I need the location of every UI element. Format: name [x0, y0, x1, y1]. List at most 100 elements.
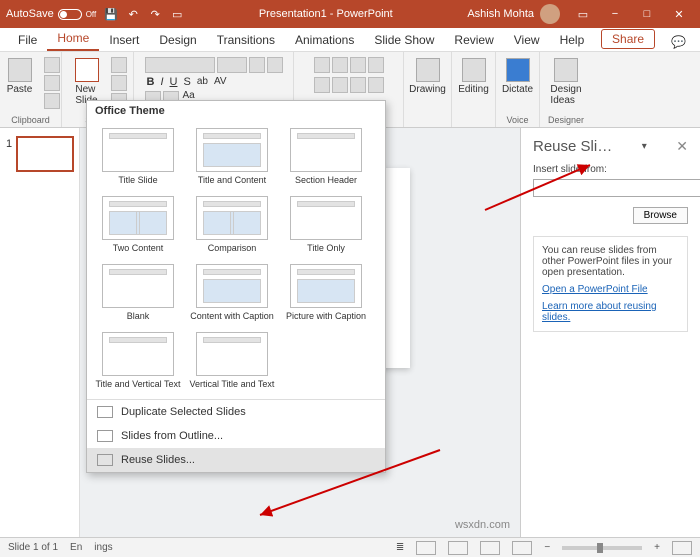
align-center-icon[interactable] — [332, 77, 348, 93]
share-button[interactable]: Share — [601, 29, 655, 49]
font-name[interactable] — [145, 57, 215, 73]
editing-icon — [462, 58, 486, 82]
zoom-in-icon[interactable]: + — [654, 542, 660, 553]
indent-inc-icon[interactable] — [368, 57, 384, 73]
paste-icon — [8, 58, 32, 82]
account-button[interactable]: Ashish Mohta — [467, 4, 560, 24]
layout-icon[interactable] — [111, 57, 127, 73]
slide-layout-gallery: Office Theme Title SlideTitle and Conten… — [86, 100, 386, 473]
drawing-icon — [416, 58, 440, 82]
reading-view-icon[interactable] — [480, 541, 500, 555]
indent-dec-icon[interactable] — [350, 57, 366, 73]
drawing-button[interactable]: Drawing — [409, 56, 447, 97]
new-slide-icon — [75, 58, 99, 82]
accessibility-text[interactable]: ings — [94, 542, 112, 553]
format-painter-icon[interactable] — [44, 93, 60, 109]
browse-button[interactable]: Browse — [633, 207, 688, 224]
mic-icon — [506, 58, 530, 82]
notes-button[interactable]: ≣ — [396, 542, 404, 553]
annotation-arrow-1 — [480, 155, 610, 218]
justify-icon[interactable] — [368, 77, 384, 93]
numbering-icon[interactable] — [332, 57, 348, 73]
tab-help[interactable]: Help — [550, 29, 595, 51]
reuse-icon — [97, 454, 113, 466]
close-icon[interactable]: ✕ — [664, 4, 694, 24]
layout-content-with-caption[interactable]: Content with Caption — [187, 261, 277, 327]
fit-window-icon[interactable] — [672, 541, 692, 555]
save-icon[interactable]: 💾 — [104, 7, 118, 21]
outline-icon — [97, 430, 113, 442]
layout-title-slide[interactable]: Title Slide — [93, 125, 183, 191]
bullets-icon[interactable] — [314, 57, 330, 73]
duplicate-slides-item[interactable]: Duplicate Selected Slides — [87, 400, 385, 424]
font-size[interactable] — [217, 57, 247, 73]
slide-thumbnail-pane[interactable]: 1 — [0, 128, 80, 537]
shrink-font-icon[interactable] — [267, 57, 283, 73]
gallery-header: Office Theme — [87, 101, 385, 121]
tab-home[interactable]: Home — [47, 27, 99, 51]
annotation-arrow-2 — [250, 445, 450, 528]
comments-button[interactable]: 💬 — [665, 33, 692, 51]
copy-icon[interactable] — [44, 75, 60, 91]
watermark: wsxdn.com — [455, 519, 510, 531]
layout-two-content[interactable]: Two Content — [93, 193, 183, 259]
chevron-down-icon[interactable]: ▾ — [642, 141, 647, 152]
toggle-icon[interactable] — [58, 9, 82, 20]
reset-icon[interactable] — [111, 75, 127, 91]
slide-counter: Slide 1 of 1 — [8, 542, 58, 553]
tab-file[interactable]: File — [8, 29, 47, 51]
normal-view-icon[interactable] — [416, 541, 436, 555]
slideshow-view-icon[interactable] — [512, 541, 532, 555]
paste-button[interactable]: Paste — [1, 56, 39, 115]
tab-design[interactable]: Design — [149, 29, 206, 51]
tab-view[interactable]: View — [504, 29, 550, 51]
help-panel: You can reuse slides from other PowerPoi… — [533, 236, 688, 332]
cut-icon[interactable] — [44, 57, 60, 73]
tab-slideshow[interactable]: Slide Show — [364, 29, 444, 51]
thumb-1[interactable]: 1 — [16, 136, 74, 172]
font-row-2: BIUSabAV — [144, 76, 284, 88]
document-title: Presentation1 - PowerPoint — [184, 8, 467, 20]
layout-section-header[interactable]: Section Header — [281, 125, 371, 191]
layout-title-and-vertical-text[interactable]: Title and Vertical Text — [93, 329, 183, 395]
design-ideas-icon — [554, 58, 578, 82]
align-left-icon[interactable] — [314, 77, 330, 93]
ribbon-tabs: File Home Insert Design Transitions Anim… — [0, 28, 700, 52]
open-ppt-link[interactable]: Open a PowerPoint File — [542, 284, 679, 295]
tab-review[interactable]: Review — [444, 29, 503, 51]
layout-title-and-content[interactable]: Title and Content — [187, 125, 277, 191]
dictate-button[interactable]: Dictate — [499, 56, 537, 97]
layout-blank[interactable]: Blank — [93, 261, 183, 327]
start-slideshow-icon[interactable]: ▭ — [170, 7, 184, 21]
redo-icon[interactable]: ↷ — [148, 7, 162, 21]
reuse-pane-title: Reuse Sli…▾✕ — [533, 138, 688, 155]
maximize-icon[interactable]: □ — [632, 4, 662, 24]
zoom-out-icon[interactable]: − — [544, 542, 550, 553]
autosave-toggle[interactable]: AutoSave Off — [6, 8, 96, 20]
learn-more-link[interactable]: Learn more about reusing slides. — [542, 301, 679, 323]
sorter-view-icon[interactable] — [448, 541, 468, 555]
group-voice-label: Voice — [506, 115, 528, 125]
undo-icon[interactable]: ↶ — [126, 7, 140, 21]
tab-animations[interactable]: Animations — [285, 29, 364, 51]
group-clipboard-label: Clipboard — [11, 115, 50, 125]
layout-comparison[interactable]: Comparison — [187, 193, 277, 259]
layout-title-only[interactable]: Title Only — [281, 193, 371, 259]
layout-picture-with-caption[interactable]: Picture with Caption — [281, 261, 371, 327]
align-right-icon[interactable] — [350, 77, 366, 93]
grow-font-icon[interactable] — [249, 57, 265, 73]
thumb-number: 1 — [6, 138, 12, 150]
minimize-icon[interactable]: − — [600, 4, 630, 24]
layout-vertical-title-and-text[interactable]: Vertical Title and Text — [187, 329, 277, 395]
avatar-icon — [540, 4, 560, 24]
design-ideas-button[interactable]: Design Ideas — [547, 56, 585, 108]
language-short[interactable]: En — [70, 542, 82, 553]
status-bar: Slide 1 of 1 En ings ≣ − + — [0, 537, 700, 557]
title-bar: AutoSave Off 💾 ↶ ↷ ▭ Presentation1 - Pow… — [0, 0, 700, 28]
tab-transitions[interactable]: Transitions — [207, 29, 285, 51]
tab-insert[interactable]: Insert — [99, 29, 149, 51]
editing-button[interactable]: Editing — [455, 56, 493, 97]
ribbon-display-icon[interactable]: ▭ — [568, 4, 598, 24]
close-pane-icon[interactable]: ✕ — [676, 138, 688, 155]
zoom-slider[interactable] — [562, 546, 642, 550]
